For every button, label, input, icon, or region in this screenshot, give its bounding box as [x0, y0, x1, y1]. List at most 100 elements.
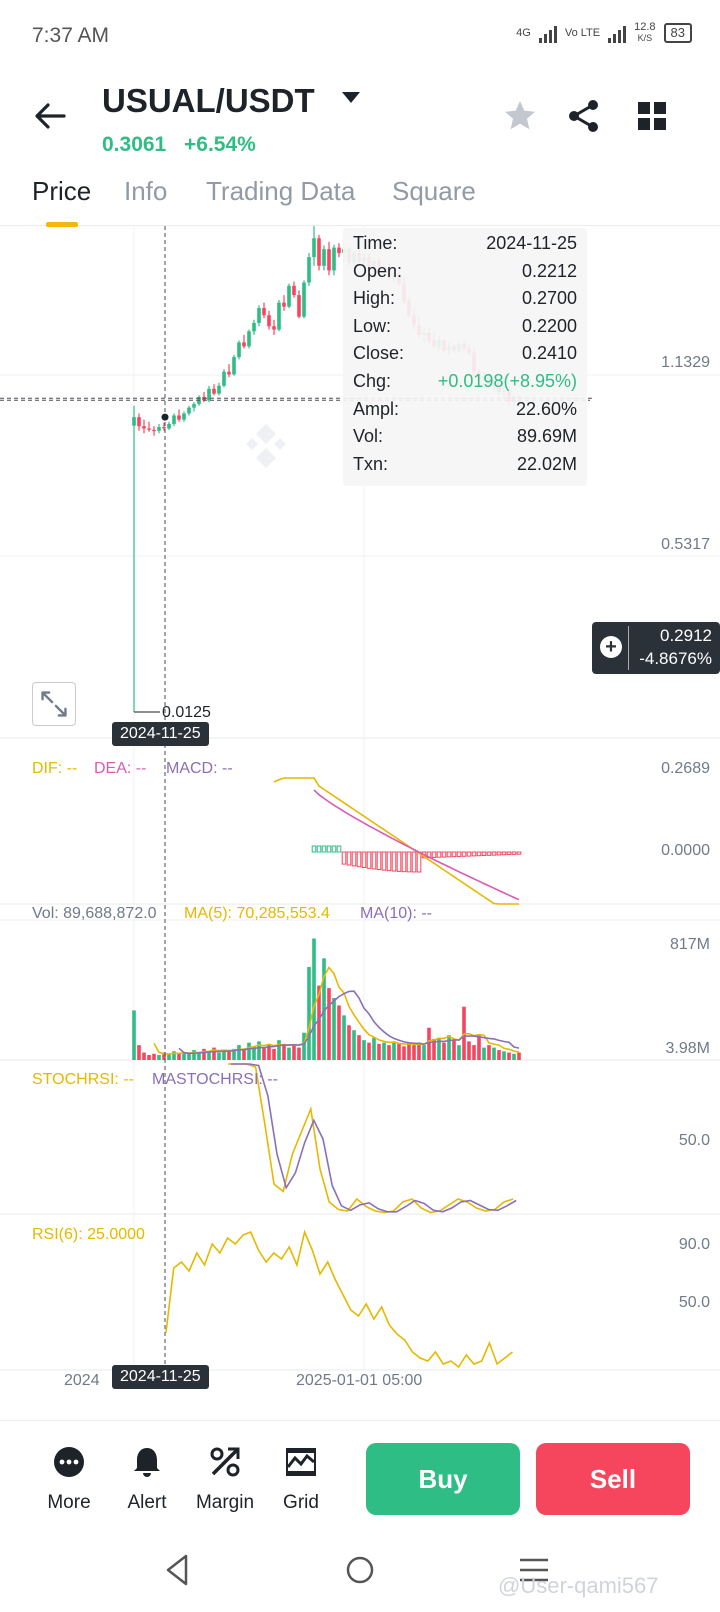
back-arrow-icon[interactable] — [30, 96, 70, 136]
volume-bar — [327, 988, 331, 1060]
volume-bar — [387, 1045, 391, 1060]
grid-trading-button[interactable]: Grid — [266, 1445, 336, 1514]
volume-bar — [257, 1041, 261, 1060]
system-nav-bar — [0, 1530, 720, 1612]
candle-body — [232, 357, 236, 375]
volume-bar — [477, 1035, 481, 1060]
candle-body — [177, 415, 181, 420]
volume-bar — [302, 1032, 306, 1060]
alert-button[interactable]: Alert — [112, 1445, 182, 1514]
volume-bar — [347, 1025, 351, 1060]
macd-histogram-bar — [346, 851, 352, 866]
star-icon[interactable] — [500, 96, 540, 136]
macd-panel — [273, 777, 522, 905]
volume-bar — [427, 1027, 431, 1060]
volume-bar — [337, 1005, 341, 1060]
candle-body — [327, 249, 331, 271]
candle-body — [312, 238, 316, 258]
candle-body — [307, 257, 311, 283]
tooltip-value: 2024-11-25 — [486, 233, 577, 253]
volume-bar — [497, 1050, 501, 1060]
buy-button[interactable]: Buy — [366, 1443, 520, 1515]
rsi-label: RSI(6): 25.0000 — [32, 1226, 145, 1243]
volume-ma10-label: MA(10): -- — [360, 905, 432, 922]
tab-price[interactable]: Price — [32, 176, 91, 207]
tab-trading-data[interactable]: Trading Data — [206, 176, 355, 207]
candle-body — [157, 427, 161, 431]
candle-body — [217, 385, 221, 394]
candle-body — [137, 417, 141, 427]
tooltip-row: Open: 0.2212 — [353, 258, 577, 286]
macd-histogram-bar — [466, 851, 472, 857]
candle-body — [297, 295, 301, 317]
macd-histogram-bar — [461, 851, 467, 857]
fullscreen-expand-icon[interactable] — [32, 682, 76, 726]
current-price-tag[interactable]: + 0.2912 -4.8676% — [592, 622, 720, 674]
grid-icon[interactable] — [632, 96, 672, 136]
volume-bar — [452, 1040, 456, 1060]
macd-histogram-bar — [411, 851, 417, 873]
rsi-axis-mid: 50.0 — [678, 1294, 710, 1311]
candle-body — [322, 249, 326, 266]
candle-body — [247, 331, 251, 347]
macd-histogram-bar — [446, 851, 452, 858]
tooltip-key: Chg: — [353, 370, 392, 391]
tooltip-key: Ampl: — [353, 398, 400, 419]
volume-bar — [297, 1047, 301, 1060]
volume-bar — [492, 1047, 496, 1060]
signal-icon-2 — [608, 23, 627, 43]
margin-button[interactable]: Margin — [190, 1445, 260, 1514]
candle-body — [292, 285, 296, 296]
nav-back-icon[interactable] — [156, 1548, 200, 1592]
pair-title[interactable]: USUAL/USDT — [102, 82, 315, 120]
volume-bar — [157, 1055, 161, 1060]
candle-body — [262, 308, 266, 316]
volume-bar — [282, 1043, 286, 1060]
signal-icon — [538, 23, 557, 43]
share-icon[interactable] — [564, 96, 604, 136]
macd-histogram-bar — [436, 851, 442, 858]
macd-histogram-bar — [326, 845, 332, 853]
volume-bar — [367, 1042, 371, 1060]
volume-bar — [397, 1043, 401, 1060]
nav-home-icon[interactable] — [338, 1548, 382, 1592]
last-price: 0.3061 — [102, 133, 167, 156]
tooltip-value: 0.2410 — [521, 343, 577, 364]
macd-histogram-bar — [316, 845, 322, 853]
pair-dropdown-icon[interactable] — [342, 92, 360, 103]
candle-body — [282, 302, 286, 307]
volume-ma5-label: MA(5): 70,285,553.4 — [184, 905, 330, 922]
sell-button[interactable]: Sell — [536, 1443, 690, 1515]
macd-histogram-bar — [396, 851, 402, 872]
bottom-action-bar: More Alert Margin Grid Buy Sell — [0, 1420, 720, 1530]
candle-body — [187, 407, 191, 414]
volume-bar — [507, 1052, 511, 1060]
net-speed-unit: K/S — [637, 33, 653, 43]
macd-histogram-bar — [311, 845, 317, 853]
more-button[interactable]: More — [34, 1445, 104, 1514]
macd-dif-label: DIF: -- — [32, 760, 78, 777]
crosshair-dot — [161, 413, 169, 421]
macd-histogram-bar — [476, 851, 482, 857]
macd-histogram-bar — [331, 845, 337, 853]
candle-body — [147, 428, 151, 430]
volume-bar — [202, 1048, 206, 1060]
macd-histogram-bar — [431, 851, 437, 858]
volume-bar — [352, 1030, 356, 1060]
volume-bar — [372, 1037, 376, 1060]
volume-bar — [357, 1035, 361, 1060]
volume-bar — [422, 1045, 426, 1060]
margin-label: Margin — [195, 1492, 255, 1513]
tab-square[interactable]: Square — [392, 176, 476, 207]
tab-info[interactable]: Info — [124, 176, 167, 207]
candle-body — [272, 326, 276, 330]
candle-body — [252, 322, 256, 332]
candle-body — [267, 315, 271, 327]
tooltip-key: Open: — [353, 260, 403, 281]
add-order-icon[interactable]: + — [600, 636, 622, 658]
tooltip-key: Vol: — [353, 426, 384, 447]
volume-bar — [227, 1051, 231, 1060]
net-speed: 12.8 K/S — [634, 22, 655, 44]
candle-body — [317, 238, 321, 266]
candle-body — [142, 426, 146, 429]
